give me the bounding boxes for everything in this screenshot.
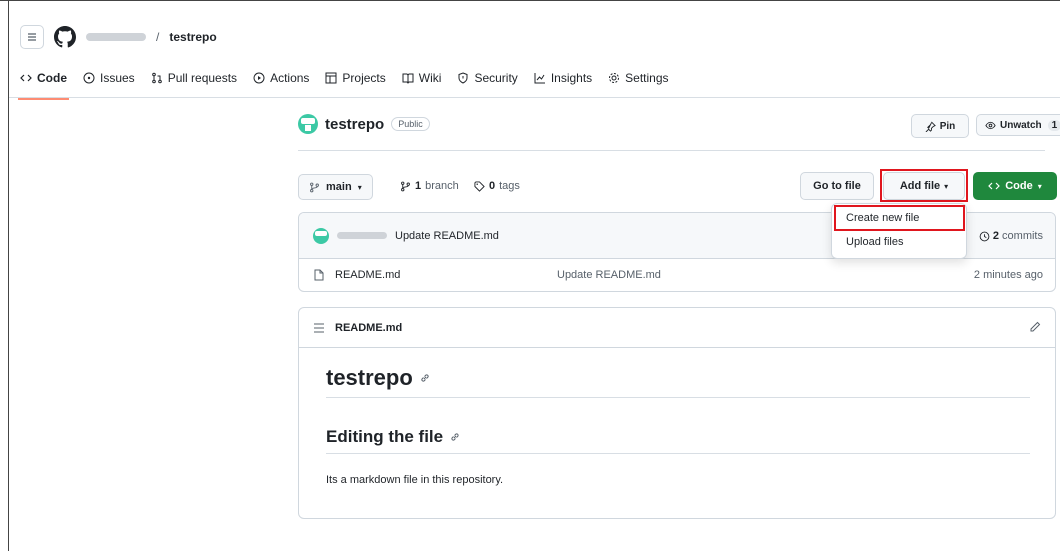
heading-2-text: Editing the file — [326, 427, 444, 446]
tab-label: Wiki — [418, 71, 442, 85]
code-label: Code — [1005, 180, 1033, 192]
tab-label: Settings — [625, 71, 669, 85]
file-commit-message[interactable]: Update README.md — [557, 269, 661, 281]
highlight-add-file — [880, 169, 968, 202]
readme-paragraph: Its a markdown file in this repository. — [326, 474, 504, 486]
branch-count: 1 — [415, 180, 422, 192]
repo-title-area: testrepo Public — [298, 114, 430, 134]
tab-label: Projects — [342, 71, 386, 85]
code-button[interactable]: Code ▾ — [973, 172, 1057, 200]
menu-button[interactable] — [20, 25, 44, 49]
tab-actions[interactable]: Actions — [245, 66, 317, 90]
tag-icon — [474, 180, 485, 192]
pencil-icon[interactable] — [1029, 321, 1041, 333]
list-icon[interactable] — [313, 322, 325, 334]
breadcrumb-separator: / — [156, 30, 160, 44]
code-icon — [988, 182, 1001, 190]
file-timestamp: 2 minutes ago — [973, 269, 1043, 281]
tab-issues[interactable]: Issues — [75, 66, 143, 90]
pin-button[interactable]: Pin — [911, 114, 969, 138]
heading-1-text: testrepo — [326, 365, 413, 390]
window-left-border — [8, 0, 9, 551]
tag-count: 0 — [489, 180, 496, 192]
owner-name-redacted[interactable] — [86, 33, 146, 41]
readme-heading-2: Editing the file — [326, 427, 1030, 454]
tab-label: Security — [474, 71, 518, 85]
menu-item-upload-files[interactable]: Upload files — [846, 236, 903, 248]
owner-avatar[interactable] — [298, 114, 318, 134]
file-name[interactable]: README.md — [335, 269, 400, 281]
highlight-create-new-file — [834, 205, 965, 231]
commits-link[interactable]: 2 commits — [979, 213, 1043, 259]
code-icon — [20, 74, 32, 82]
commit-word: commits — [1002, 230, 1043, 242]
table-icon — [325, 72, 337, 84]
tab-label: Insights — [550, 71, 593, 85]
eye-icon — [985, 121, 996, 129]
author-name-redacted[interactable] — [337, 232, 387, 239]
readme-filename[interactable]: README.md — [335, 322, 402, 334]
tab-label: Issues — [100, 71, 135, 85]
pin-icon — [925, 121, 936, 132]
branches-link[interactable]: 1 branch — [400, 174, 459, 198]
window-top-border — [0, 0, 1060, 1]
global-header: / testrepo — [20, 24, 217, 50]
tab-label: Code — [37, 71, 67, 85]
tab-insights[interactable]: Insights — [526, 66, 600, 90]
repo-nav-tabs: Code Issues Pull requests Actions Projec… — [18, 66, 677, 100]
tags-link[interactable]: 0 tags — [474, 174, 520, 198]
unwatch-button[interactable]: Unwatch 1 — [976, 114, 1060, 136]
tab-pull-requests[interactable]: Pull requests — [143, 66, 245, 90]
graph-icon — [534, 73, 545, 84]
issue-icon — [83, 72, 95, 84]
tag-word: tags — [499, 180, 520, 192]
link-icon[interactable] — [419, 372, 431, 384]
chevron-down-icon: ▾ — [357, 182, 362, 192]
header-divider — [9, 97, 1060, 98]
file-icon — [314, 269, 324, 281]
commit-count: 2 — [992, 230, 1000, 242]
github-logo-icon[interactable] — [54, 26, 76, 48]
pin-label: Pin — [939, 120, 956, 132]
hamburger-icon — [28, 33, 36, 41]
book-icon — [402, 73, 414, 84]
link-icon[interactable] — [449, 431, 461, 443]
branch-icon — [310, 182, 319, 192]
visibility-badge: Public — [391, 117, 430, 131]
chevron-down-icon: ▾ — [1037, 181, 1042, 191]
go-to-file-button[interactable]: Go to file — [800, 172, 874, 200]
tab-wiki[interactable]: Wiki — [394, 66, 450, 90]
breadcrumb-repo[interactable]: testrepo — [169, 30, 216, 44]
shield-icon — [458, 72, 468, 84]
pull-request-icon — [151, 72, 162, 84]
tab-code[interactable]: Code — [18, 66, 75, 100]
history-icon — [979, 231, 990, 241]
readme-heading-1: testrepo — [326, 365, 1030, 398]
tab-settings[interactable]: Settings — [600, 66, 676, 90]
readme-panel: README.md testrepo Editing the file Its … — [298, 307, 1056, 519]
branch-word: branch — [425, 180, 459, 192]
title-divider — [298, 150, 1045, 151]
repo-name[interactable]: testrepo — [325, 116, 384, 133]
latest-commit-message[interactable]: Update README.md — [395, 230, 499, 242]
gear-icon — [609, 73, 620, 83]
branch-name: main — [326, 181, 352, 193]
file-row[interactable]: README.md Update README.md 2 minutes ago — [299, 259, 1055, 291]
tab-security[interactable]: Security — [449, 66, 525, 90]
watch-count: 1 — [1047, 119, 1060, 131]
unwatch-label: Unwatch — [1000, 119, 1042, 131]
tab-label: Pull requests — [167, 71, 238, 85]
play-icon — [253, 72, 265, 84]
tab-projects[interactable]: Projects — [317, 66, 393, 90]
author-avatar[interactable] — [313, 227, 329, 244]
branch-icon — [401, 181, 410, 191]
readme-header: README.md — [299, 308, 1055, 348]
branch-selector[interactable]: main ▾ — [298, 174, 373, 200]
tab-label: Actions — [270, 71, 310, 85]
